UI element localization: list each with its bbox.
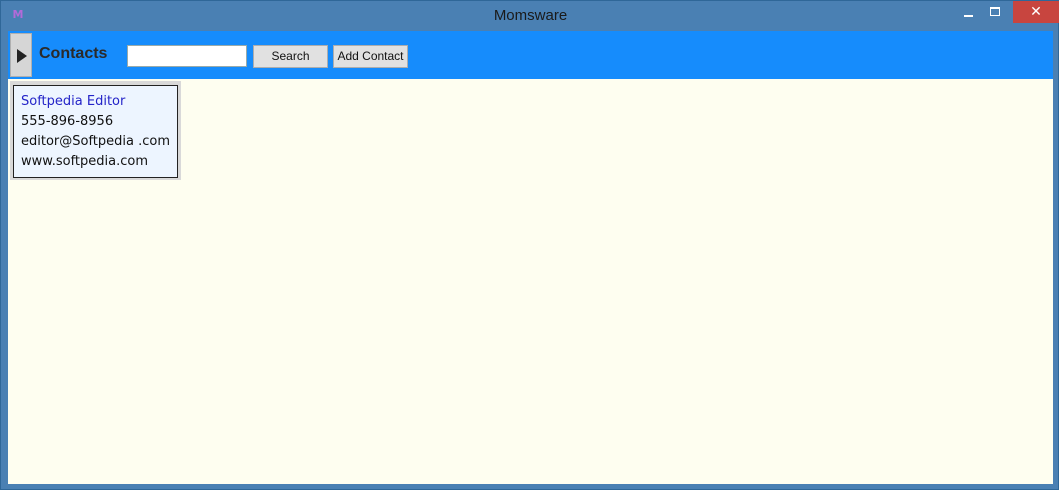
- window-title: Momsware: [493, 7, 568, 24]
- minimize-icon: [963, 15, 973, 17]
- contact-name[interactable]: Softpedia Editor: [21, 92, 177, 112]
- app-window: M Momsware ✕ Contacts Search Add Contact…: [0, 0, 1059, 490]
- minimize-button[interactable]: [953, 1, 983, 23]
- contact-website: www.softpedia.com: [21, 154, 148, 169]
- contact-phone: 555-896-8956: [21, 114, 114, 129]
- close-icon: ✕: [1030, 4, 1042, 20]
- maximize-button[interactable]: [981, 1, 1009, 23]
- add-contact-button[interactable]: Add Contact: [333, 45, 408, 68]
- toolbar: Contacts Search Add Contact: [8, 31, 1053, 79]
- contact-card[interactable]: Softpedia Editor 555-896-8956 editor@Sof…: [13, 85, 178, 178]
- contact-email: editor@Softpedia .com: [21, 134, 171, 149]
- title-bar[interactable]: M Momsware ✕: [1, 1, 1059, 31]
- page-title: Contacts: [39, 45, 108, 62]
- main-content: Contacts Search Add Contact Softpedia Ed…: [8, 31, 1053, 484]
- expand-toggle-button[interactable]: [10, 33, 32, 77]
- play-arrow-icon: [17, 49, 27, 63]
- maximize-icon: [990, 7, 1000, 16]
- search-input[interactable]: [127, 45, 247, 67]
- search-button[interactable]: Search: [253, 45, 328, 68]
- close-button[interactable]: ✕: [1013, 1, 1059, 23]
